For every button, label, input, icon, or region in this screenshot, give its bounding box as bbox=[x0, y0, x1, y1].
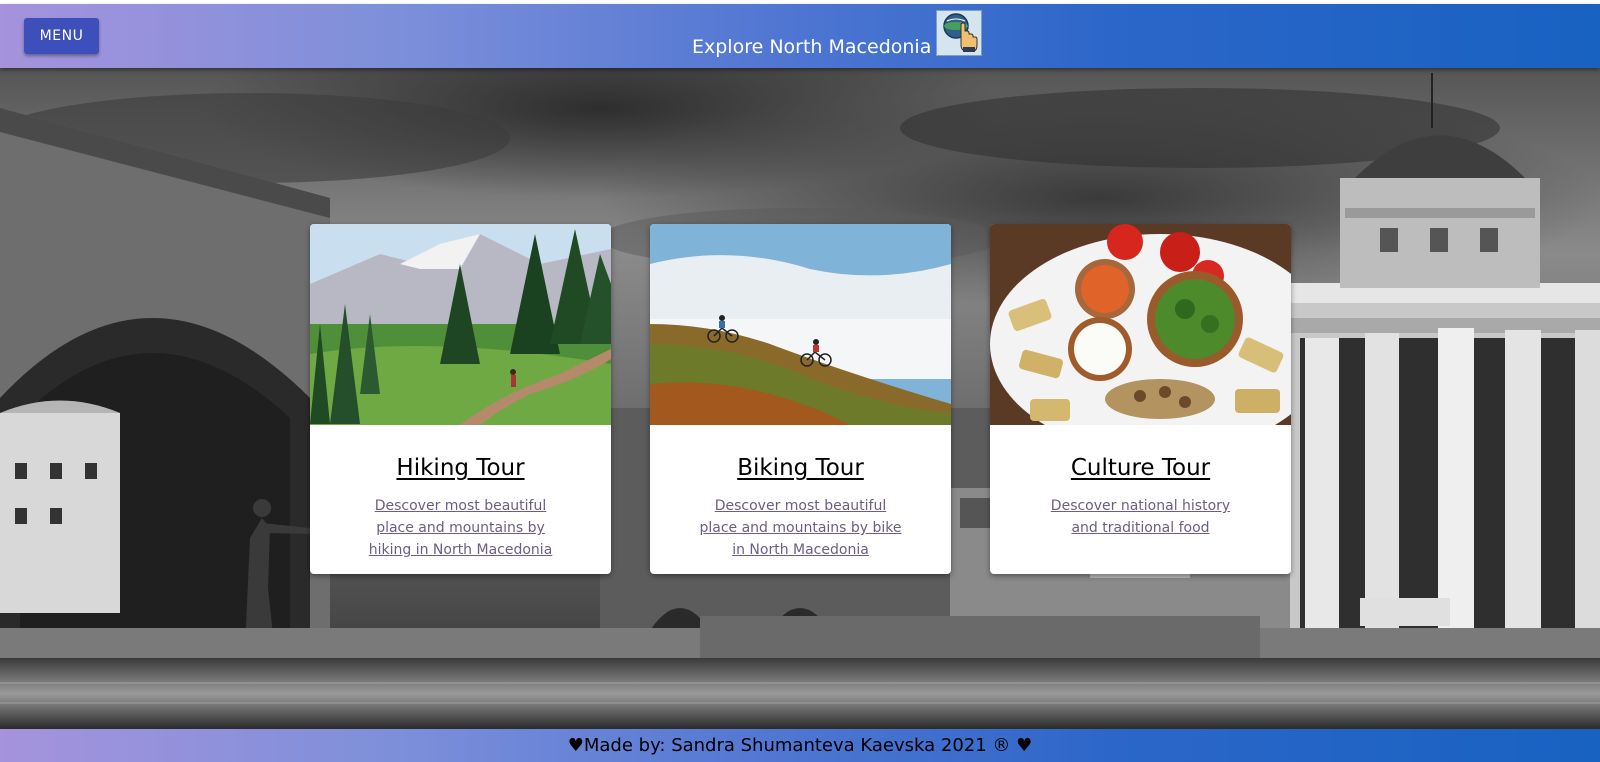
site-footer: ♥Made by: Sandra Shumanteva Kaevska 2021… bbox=[0, 729, 1600, 762]
hiking-tour-link[interactable]: Hiking Tour bbox=[396, 455, 524, 481]
tour-card-biking[interactable]: Biking Tour Descover most beautiful plac… bbox=[650, 224, 951, 574]
footer-credit: ♥Made by: Sandra Shumanteva Kaevska 2021… bbox=[567, 735, 1033, 756]
touch-globe-icon bbox=[936, 10, 982, 56]
hiking-tour-image[interactable] bbox=[310, 224, 611, 425]
culture-tour-description[interactable]: Descover national history and traditiona… bbox=[1036, 495, 1246, 539]
biking-tour-description[interactable]: Descover most beautiful place and mounta… bbox=[696, 495, 906, 561]
biking-tour-link[interactable]: Biking Tour bbox=[737, 455, 864, 481]
hiking-tour-description[interactable]: Descover most beautiful place and mounta… bbox=[356, 495, 566, 561]
hero-section: Hiking Tour Descover most beautiful plac… bbox=[0, 68, 1600, 729]
culture-tour-image[interactable] bbox=[990, 224, 1291, 425]
menu-button[interactable]: MENU bbox=[24, 18, 99, 54]
site-header: MENU Explore North Macedonia bbox=[0, 4, 1600, 68]
tour-card-culture[interactable]: Culture Tour Descover national history a… bbox=[990, 224, 1291, 574]
biking-tour-image[interactable] bbox=[650, 224, 951, 425]
culture-tour-link[interactable]: Culture Tour bbox=[1071, 455, 1210, 481]
tour-card-hiking[interactable]: Hiking Tour Descover most beautiful plac… bbox=[310, 224, 611, 574]
site-title: Explore North Macedonia bbox=[692, 36, 932, 58]
